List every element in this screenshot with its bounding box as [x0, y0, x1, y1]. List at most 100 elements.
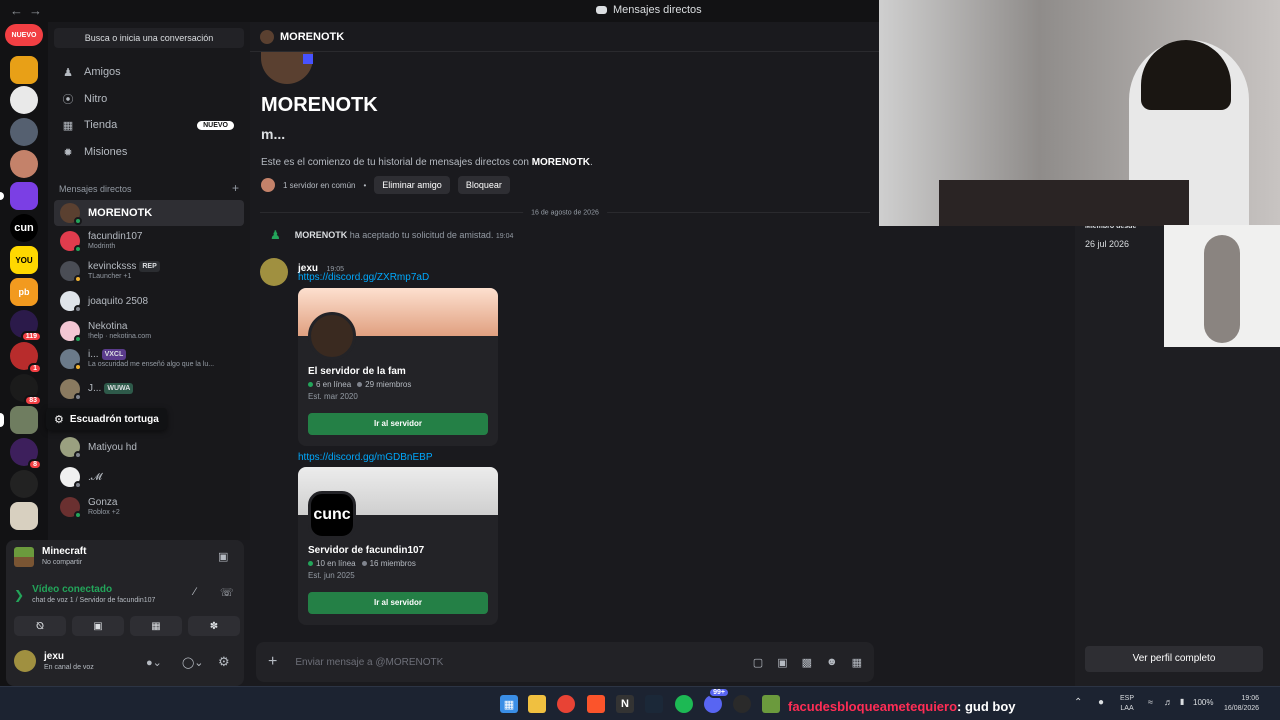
- steam-icon[interactable]: [645, 695, 663, 713]
- nav-quests[interactable]: ✹ Misiones: [54, 139, 244, 165]
- soundboard-button[interactable]: ✽: [188, 616, 240, 636]
- noise-suppression-icon[interactable]: ∕: [194, 586, 196, 598]
- stream-icon[interactable]: ▣: [218, 550, 228, 563]
- server-icon[interactable]: 83: [10, 374, 42, 406]
- invite-link[interactable]: https://discord.gg/ZXRmp7aD: [298, 272, 429, 283]
- server-icon[interactable]: [10, 118, 38, 146]
- block-button[interactable]: Bloquear: [457, 176, 510, 194]
- wifi-icon[interactable]: ≈: [1148, 697, 1153, 707]
- unread-badge: 8: [28, 459, 42, 470]
- minecraft-icon[interactable]: [762, 695, 780, 713]
- gift-icon[interactable]: ▢: [753, 656, 763, 669]
- nav-shop[interactable]: ▦ Tienda NUEVO: [54, 112, 244, 138]
- remove-friend-button[interactable]: Eliminar amigo: [374, 176, 450, 194]
- add-dm-button[interactable]: +: [232, 182, 239, 194]
- system-message: ♟ MORENOTK ha aceptado tu solicitud de a…: [270, 228, 514, 242]
- server-icon[interactable]: [10, 502, 38, 530]
- camera-off-button[interactable]: ⦰: [14, 616, 66, 636]
- dm-item[interactable]: J... WUWA: [54, 376, 244, 402]
- apps-icon[interactable]: ▦: [852, 656, 862, 669]
- dm-sidebar: Busca o inicia una conversación ♟ Amigos…: [48, 22, 250, 540]
- discord-icon: [596, 6, 607, 14]
- server-icon-escuadron-tortuga[interactable]: [0, 406, 38, 434]
- webcam-desk: [939, 180, 1189, 226]
- join-server-button[interactable]: Ir al servidor: [308, 592, 488, 614]
- sticker-icon[interactable]: ▩: [802, 656, 812, 669]
- server-icon[interactable]: 119: [10, 310, 42, 342]
- dm-item[interactable]: MORENOTK: [54, 200, 244, 226]
- activities-button[interactable]: ▦: [130, 616, 182, 636]
- chrome-icon[interactable]: [557, 695, 575, 713]
- battery-icon[interactable]: ▮: [1180, 697, 1184, 706]
- server-icon[interactable]: [0, 182, 38, 210]
- server-icon[interactable]: pb: [10, 278, 38, 306]
- new-server-pill[interactable]: NUEVO: [5, 24, 43, 46]
- screen-share-button[interactable]: ▣: [72, 616, 124, 636]
- avatar: [60, 349, 82, 371]
- microphone-icon[interactable]: ●: [1098, 697, 1104, 708]
- message-input[interactable]: Enviar mensaje a @MORENOTK: [295, 657, 443, 668]
- notion-icon[interactable]: N: [616, 695, 634, 713]
- history-nav[interactable]: ←→: [10, 3, 48, 18]
- message-composer[interactable]: + Enviar mensaje a @MORENOTK ▢ ▣ ▩ ☻ ▦: [256, 642, 874, 682]
- nav-nitro[interactable]: ⦿ Nitro: [54, 86, 244, 112]
- volume-icon[interactable]: ♬: [1164, 697, 1173, 707]
- taskbar: ▦ N 99+ facudesbloqueametequiero: gud bo…: [0, 686, 1280, 720]
- headphones-icon[interactable]: ◯⌄: [182, 656, 204, 669]
- add-attachment-icon[interactable]: +: [268, 653, 277, 671]
- explorer-icon[interactable]: [528, 695, 546, 713]
- dm-item[interactable]: kevincksss REP TLauncher +1: [54, 258, 244, 284]
- dm-item[interactable]: Nekotina !help · nekotina.com: [54, 318, 244, 344]
- disconnect-icon[interactable]: ☏: [220, 586, 234, 599]
- nitro-icon: ⦿: [62, 94, 74, 106]
- current-user[interactable]: jexu En canal de voz: [14, 650, 94, 672]
- spotify-icon[interactable]: [675, 695, 693, 713]
- dm-item[interactable]: Matiyou hd: [54, 434, 244, 460]
- chat-area: MORENOTK MORENOTK m... Este es el comien…: [250, 22, 880, 686]
- discord-icon[interactable]: 99+: [704, 687, 730, 713]
- nav-friends[interactable]: ♟ Amigos: [54, 59, 244, 85]
- tray-expand-icon[interactable]: ⌃: [1074, 697, 1082, 708]
- discord-badge: 99+: [708, 687, 730, 698]
- server-icon[interactable]: [10, 56, 38, 84]
- invite-card: cunc Servidor de facundin107 10 en línea…: [298, 467, 498, 625]
- dm-item[interactable]: joaquito 2508: [54, 288, 244, 314]
- emoji-icon[interactable]: ☻: [826, 656, 838, 669]
- avatar: [60, 467, 82, 489]
- invite-link[interactable]: https://discord.gg/mGDBnEBP: [298, 452, 433, 463]
- server-icon[interactable]: 8: [10, 438, 42, 470]
- avatar: [260, 29, 274, 44]
- server-icon[interactable]: cun: [10, 214, 38, 242]
- server-icon[interactable]: 1: [10, 342, 42, 374]
- clock[interactable]: 19:06 16/08/2026: [1224, 694, 1259, 714]
- dm-item[interactable]: .𝓜: [54, 464, 244, 490]
- gear-icon: ⚙: [54, 413, 64, 426]
- join-server-button[interactable]: Ir al servidor: [308, 413, 488, 435]
- status-square: [303, 54, 313, 64]
- avatar[interactable]: [260, 258, 288, 286]
- dm-item[interactable]: facundin107 Modrinth: [54, 228, 244, 254]
- gif-icon[interactable]: ▣: [777, 656, 787, 669]
- view-full-profile-button[interactable]: Ver perfil completo: [1085, 646, 1263, 672]
- language-indicator[interactable]: ESP LAA: [1120, 694, 1134, 714]
- server-icon[interactable]: [10, 86, 38, 114]
- shop-icon: ▦: [62, 119, 74, 132]
- server-icon[interactable]: YOU: [10, 246, 38, 274]
- message: jexu 19:05 https://discord.gg/ZXRmp7aD: [260, 258, 429, 286]
- activity-status: Minecraft No compartir ▣: [14, 546, 228, 567]
- start-icon[interactable]: ▦: [500, 695, 518, 713]
- avatar: [60, 231, 82, 253]
- server-icon[interactable]: [10, 150, 38, 178]
- dm-item[interactable]: i... VXCL La oscuridad me enseñó algo que …: [54, 346, 244, 372]
- obs-icon[interactable]: [733, 695, 751, 713]
- profile-actions: 1 servidor en común • Eliminar amigo Blo…: [261, 176, 510, 194]
- brave-icon[interactable]: [587, 695, 605, 713]
- avatar: [60, 203, 82, 225]
- settings-icon[interactable]: ⚙: [218, 654, 230, 670]
- mutual-servers[interactable]: 1 servidor en común: [283, 181, 355, 190]
- unread-badge: 83: [24, 395, 42, 406]
- search-input[interactable]: Busca o inicia una conversación: [54, 28, 244, 48]
- server-icon[interactable]: [10, 470, 38, 498]
- dm-item[interactable]: Gonza Roblox +2: [54, 494, 244, 520]
- microphone-icon[interactable]: ●⌄: [146, 656, 162, 669]
